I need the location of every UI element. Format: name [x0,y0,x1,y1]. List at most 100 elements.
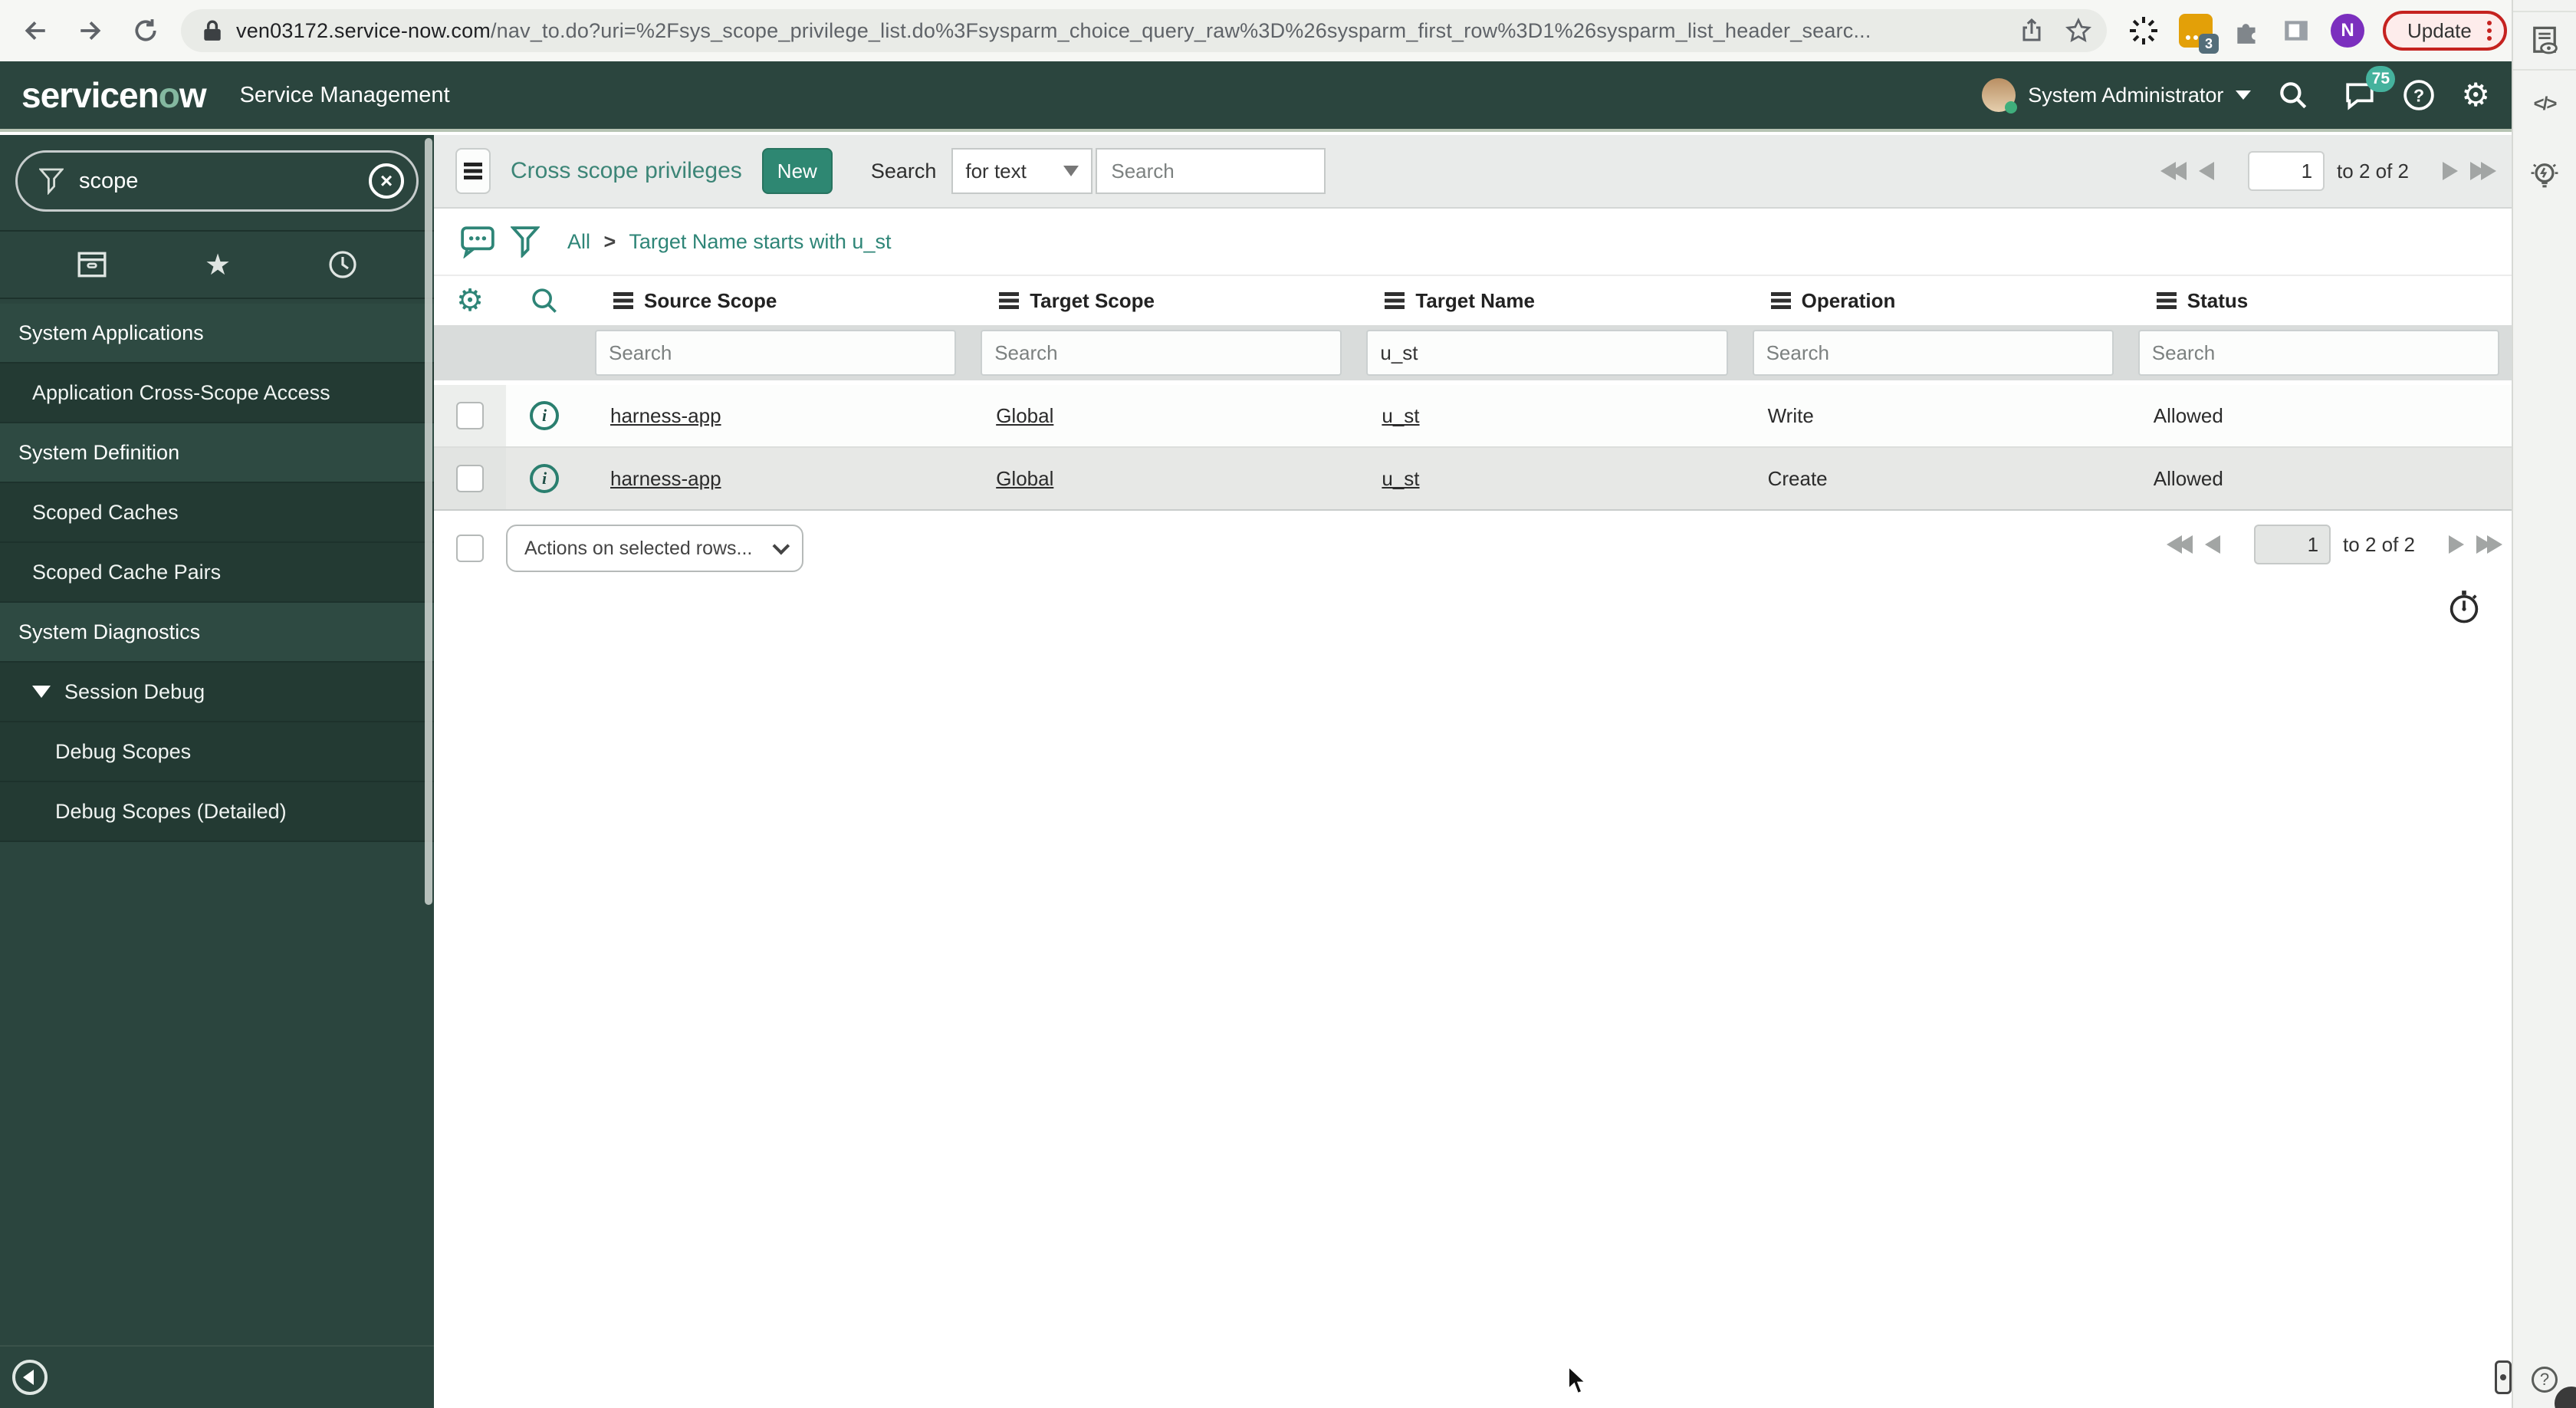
browser-reload-button[interactable] [123,8,169,54]
help-button[interactable]: ? [2403,79,2435,111]
first-page-button[interactable] [2167,535,2193,554]
previous-page-button[interactable] [2199,162,2215,180]
sidebar-item-debug-scopes[interactable]: Debug Scopes [0,722,434,782]
filter-input-operation[interactable] [1752,330,2114,376]
navigator-filter-input[interactable] [79,168,358,194]
browser-forward-button[interactable] [67,8,113,54]
sidebar-item-system-diagnostics[interactable]: System Diagnostics [0,603,434,663]
breadcrumb: All > Target Name starts with u_st [567,230,891,254]
sidebar-item-scoped-cache-pairs[interactable]: Scoped Cache Pairs [0,543,434,603]
filter-input-target-name[interactable] [1366,330,1728,376]
sidebar-item-label: Debug Scopes [55,739,192,763]
navigator-filter[interactable]: × [15,150,419,212]
info-icon: i [530,464,559,493]
top-pagination: to 2 of 2 [2160,151,2496,191]
browser-profile-avatar[interactable]: N [2331,14,2364,48]
column-search-toggle-button[interactable] [506,286,583,315]
new-record-button[interactable]: New [761,148,833,194]
filter-input-source-scope[interactable] [595,330,957,376]
row-checkbox[interactable] [456,402,484,429]
mouse-cursor [1568,1365,1588,1395]
record-preview-button[interactable]: i [506,464,583,493]
sidebar-item-debug-scopes-detailed[interactable]: Debug Scopes (Detailed) [0,782,434,842]
browser-back-button[interactable] [12,8,58,54]
share-button[interactable] [2019,18,2044,44]
archive-box-icon [77,252,107,278]
column-menu-icon [999,292,1020,309]
bookmark-button[interactable] [2065,18,2091,44]
address-bar[interactable]: ven03172.service-now.com/nav_to.do?uri=%… [181,9,2107,52]
tab-all-applications[interactable] [76,250,108,279]
tab-history[interactable] [327,249,358,280]
form-preview-button[interactable] [2528,25,2561,58]
column-header-operation[interactable]: Operation [1740,289,2126,313]
previous-page-button[interactable] [2205,535,2221,554]
filter-input-target-scope[interactable] [981,330,1342,376]
sidebar-scrollbar[interactable] [425,138,432,905]
cell-target-name[interactable]: u_st [1354,467,1740,491]
idea-button[interactable] [2526,158,2563,195]
select-all-checkbox[interactable] [456,535,484,562]
response-time-button[interactable] [2447,589,2481,632]
breadcrumb-all-link[interactable]: All [567,230,590,253]
page-number-input[interactable] [2254,525,2331,564]
breadcrumb-query-link[interactable]: Target Name starts with u_st [629,230,891,253]
column-header-target-scope[interactable]: Target Scope [968,289,1354,313]
list-filter-button[interactable] [511,225,540,258]
next-page-button[interactable] [2449,535,2464,554]
global-search-button[interactable] [2277,79,2309,111]
breadcrumb-separator: > [603,229,616,253]
search-type-select[interactable]: for text [951,148,1093,194]
user-menu[interactable]: System Administrator [1982,78,2252,113]
row-checkbox[interactable] [456,465,484,492]
list-title[interactable]: Cross scope privileges [511,158,742,184]
extensions-puzzle-button[interactable] [2233,16,2262,45]
cell-source-scope[interactable]: harness-app [583,404,968,428]
list-chat-button[interactable] [460,225,495,258]
last-page-button[interactable] [2470,162,2496,180]
list-context-menu-button[interactable] [455,148,491,194]
collapse-sidebar-button[interactable] [12,1360,48,1395]
table-row: i harness-app Global u_st Create Allowed [434,448,2512,511]
column-header-source-scope[interactable]: Source Scope [583,289,968,313]
servicenow-logo: servicenow [21,75,207,115]
settings-gear-button[interactable]: ⚙ [2461,79,2490,111]
search-label: Search [870,159,937,183]
cell-target-scope[interactable]: Global [968,467,1354,491]
sidebar-item-scoped-caches[interactable]: Scoped Caches [0,483,434,543]
connect-chat-button[interactable]: 75 [2344,66,2396,110]
sidebar-item-label: Application Cross-Scope Access [32,380,330,404]
column-menu-icon [1385,292,1405,309]
sidebar-item-session-debug[interactable]: Session Debug [0,663,434,722]
last-page-button[interactable] [2476,535,2502,554]
tab-favorites[interactable]: ★ [205,248,231,282]
sidebar-item-application-cross-scope-access[interactable]: Application Cross-Scope Access [0,364,434,423]
cell-target-name[interactable]: u_st [1354,404,1740,428]
sidebar-item-system-applications[interactable]: System Applications [0,304,434,364]
cell-target-scope[interactable]: Global [968,404,1354,428]
url-text[interactable]: ven03172.service-now.com/nav_to.do?uri=%… [236,19,1998,43]
actions-select[interactable]: Actions on selected rows... [506,525,803,572]
sidebar-item-label: System Diagnostics [18,620,201,643]
filter-input-status[interactable] [2137,330,2499,376]
list-personalize-button[interactable]: ⚙ [434,285,506,316]
browser-menu-kebab-icon[interactable] [2486,21,2492,41]
first-page-button[interactable] [2160,162,2187,180]
browser-update-button[interactable]: Update [2383,11,2507,51]
help-circle-button[interactable]: ? [2532,1367,2558,1393]
loading-extension-button[interactable] [2128,15,2159,46]
column-header-status[interactable]: Status [2126,289,2512,313]
list-search-input[interactable] [1096,148,1326,194]
column-header-target-name[interactable]: Target Name [1354,289,1740,313]
sidebar-item-system-definition[interactable]: System Definition [0,423,434,483]
next-page-button[interactable] [2443,162,2458,180]
servicenow-header: servicenow Service Management System Adm… [0,61,2512,132]
record-preview-button[interactable]: i [506,401,583,430]
code-panel-button[interactable]: </> [2534,94,2558,115]
cell-source-scope[interactable]: harness-app [583,467,968,491]
page-number-input[interactable] [2248,151,2325,191]
dock-toggle-button[interactable] [2495,1360,2512,1394]
password-extension-button[interactable]: 3 [2179,14,2219,54]
clear-filter-button[interactable]: × [369,163,404,199]
side-panel-button[interactable] [2282,16,2311,45]
